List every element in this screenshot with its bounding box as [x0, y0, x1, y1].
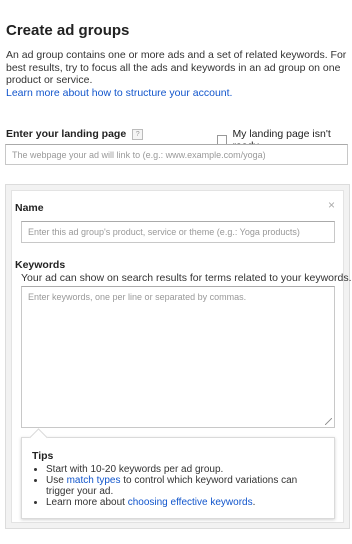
keywords-description: Your ad can show on search results for t…	[21, 272, 352, 284]
intro-paragraph: An ad group contains one or more ads and…	[6, 49, 350, 99]
question-mark-icon[interactable]: ?	[132, 128, 144, 140]
create-ad-groups-page: Create ad groups An ad group contains on…	[0, 0, 352, 544]
close-icon[interactable]: ×	[328, 199, 335, 211]
keywords-label: Keywords	[15, 259, 66, 271]
name-label: Name	[15, 202, 44, 214]
keyword-tips-callout: Tips Start with 10-20 keywords per ad gr…	[21, 428, 335, 519]
tip-text-3-prefix: Learn more about	[46, 497, 128, 508]
keywords-placeholder: Enter keywords, one per line or separate…	[28, 292, 247, 302]
intro-text: An ad group contains one or more ads and…	[6, 49, 347, 86]
tips-title: Tips	[32, 450, 54, 462]
tips-list: Start with 10-20 keywords per ad group. …	[32, 464, 324, 508]
keywords-textarea[interactable]: Enter keywords, one per line or separate…	[21, 286, 335, 428]
learn-more-structure-link[interactable]: Learn more about how to structure your a…	[6, 87, 232, 99]
landing-page-label: Enter your landing page	[6, 128, 127, 140]
tip-item: Start with 10-20 keywords per ad group.	[46, 464, 324, 475]
page-title: Create ad groups	[6, 22, 130, 39]
tip-text-2-prefix: Use	[46, 475, 67, 486]
landing-page-label-row: Enter your landing page ?	[6, 128, 144, 140]
tip-text-1: Start with 10-20 keywords per ad group.	[46, 464, 224, 475]
match-types-link[interactable]: match types	[67, 475, 121, 486]
tip-item: Learn more about choosing effective keyw…	[46, 497, 324, 508]
tip-text-3-suffix: .	[252, 497, 256, 508]
ad-group-name-input[interactable]: Enter this ad group's product, service o…	[21, 221, 335, 243]
landing-page-input[interactable]: The webpage your ad will link to (e.g.: …	[5, 144, 348, 165]
tip-item: Use match types to control which keyword…	[46, 475, 324, 497]
resize-handle-icon[interactable]	[325, 418, 332, 425]
choosing-effective-keywords-link[interactable]: choosing effective keywords	[128, 497, 253, 508]
